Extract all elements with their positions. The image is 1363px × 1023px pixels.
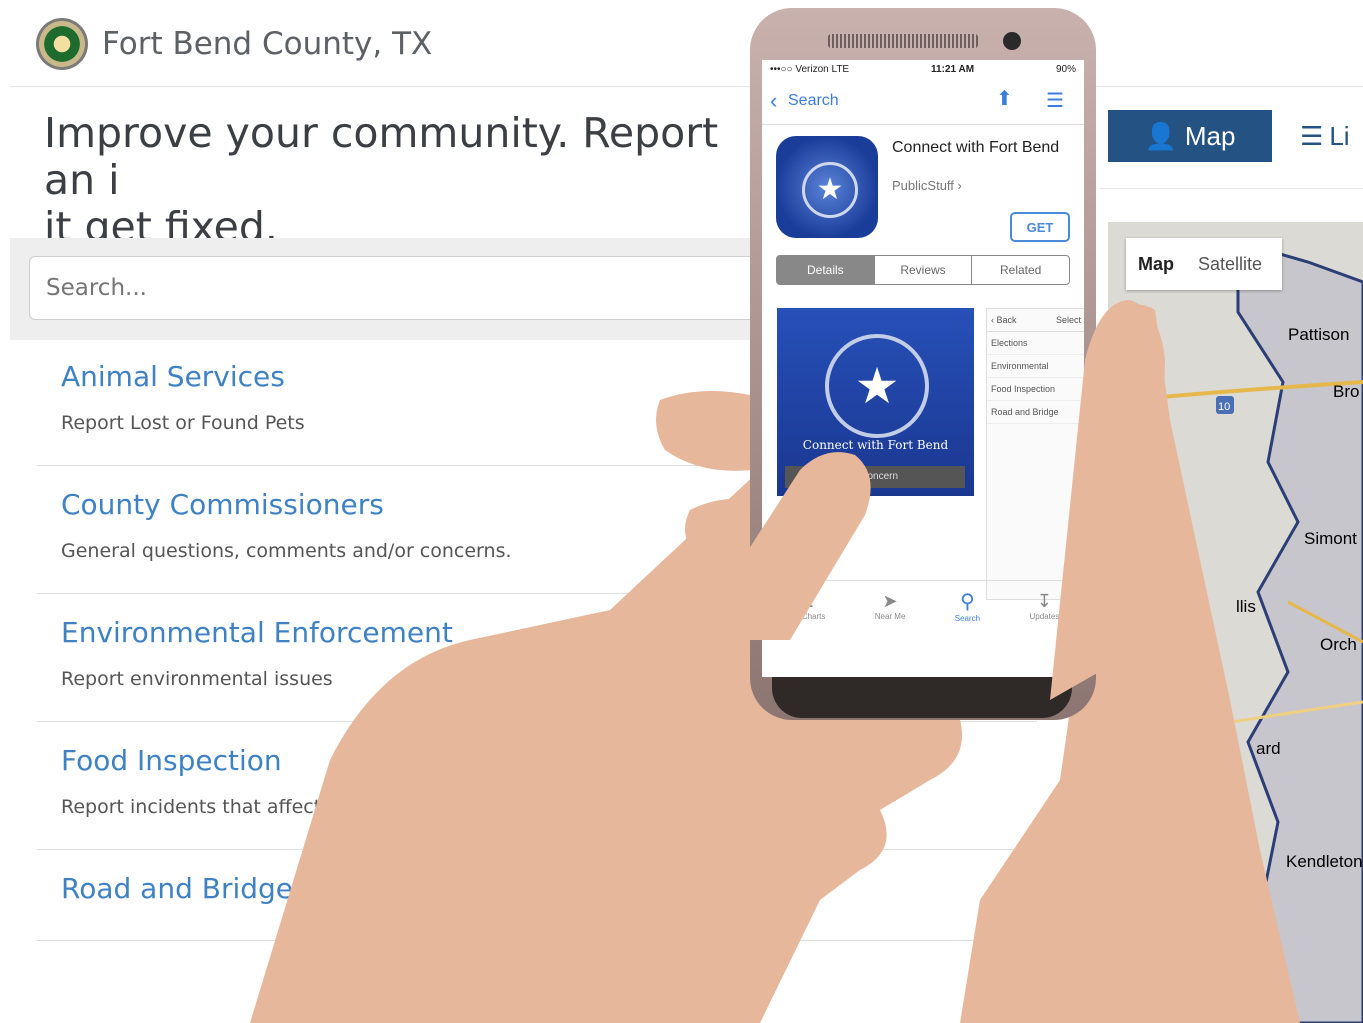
finger-overlay xyxy=(690,300,1165,700)
